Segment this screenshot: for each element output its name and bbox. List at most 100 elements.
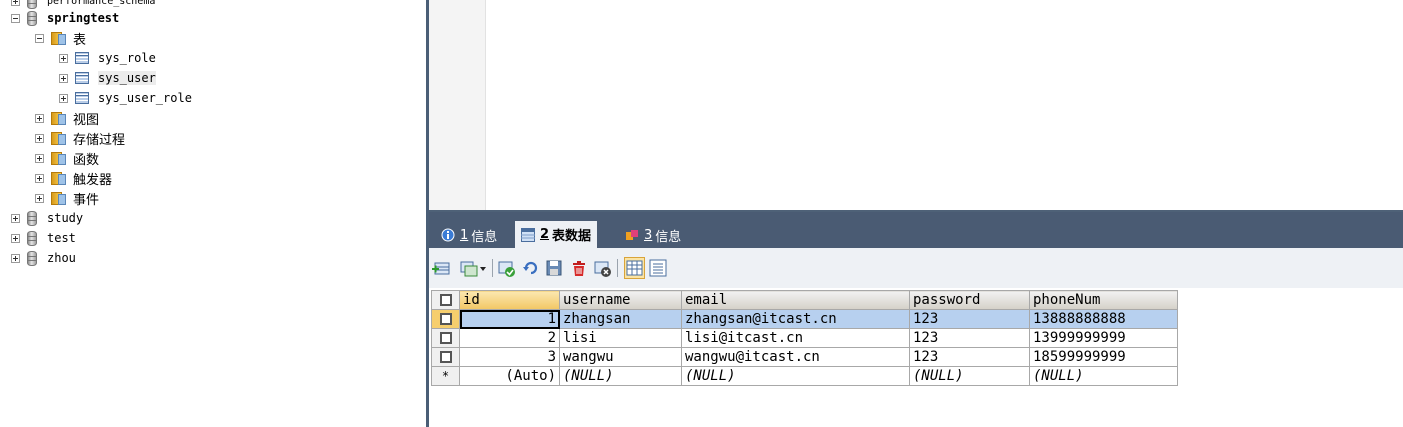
chevron-down-icon[interactable]: [478, 258, 488, 278]
expand-icon[interactable]: [35, 153, 44, 163]
collapse-icon[interactable]: [35, 33, 44, 43]
collapse-icon[interactable]: [11, 13, 20, 23]
tree-node-events-folder[interactable]: 事件: [35, 188, 99, 208]
table-icon: [75, 72, 89, 84]
cell-password[interactable]: 123: [909, 347, 1030, 367]
result-grid: id username email password phoneNum 1 zh…: [429, 288, 1403, 427]
query-editor[interactable]: [429, 0, 1403, 212]
tab-label: 信息: [471, 229, 498, 245]
column-header-phonenum[interactable]: phoneNum: [1029, 290, 1178, 310]
cell-id[interactable]: (Auto): [459, 366, 560, 386]
tree-node-label: 存储过程: [73, 132, 126, 148]
tree-node-label: sys_user_role: [98, 91, 192, 105]
save-icon[interactable]: [545, 258, 563, 278]
cell-phonenum[interactable]: 13888888888: [1029, 309, 1178, 329]
grid-view-icon[interactable]: [624, 257, 645, 279]
expand-icon[interactable]: [11, 253, 20, 263]
cell-email[interactable]: zhangsan@itcast.cn: [681, 309, 910, 329]
folder-icon: [51, 111, 67, 126]
tree-node-label: 触发器: [73, 172, 113, 188]
tab-table-data[interactable]: 2 表数据: [515, 221, 598, 248]
cell-email[interactable]: lisi@itcast.cn: [681, 328, 910, 348]
object-browser-tree: performance_schema springtest 表 sys_role…: [0, 0, 420, 427]
database-icon: [27, 10, 37, 26]
cell-phonenum[interactable]: (NULL): [1029, 366, 1178, 386]
insert-row-icon[interactable]: [432, 258, 450, 278]
expand-icon[interactable]: [59, 53, 68, 63]
expand-icon[interactable]: [59, 73, 68, 83]
checkbox[interactable]: [439, 332, 452, 344]
cell-email[interactable]: (NULL): [681, 366, 910, 386]
table-row[interactable]: 2 lisi lisi@itcast.cn 123 13999999999: [431, 328, 1178, 348]
column-header-username[interactable]: username: [559, 290, 682, 310]
column-header-password[interactable]: password: [909, 290, 1030, 310]
cell-username[interactable]: lisi: [559, 328, 682, 348]
grid-icon: [521, 227, 535, 242]
expand-icon[interactable]: [11, 233, 20, 243]
tree-node-zhou[interactable]: zhou: [11, 248, 76, 268]
form-view-icon[interactable]: [649, 258, 667, 278]
tab-info-3[interactable]: 3 信息: [619, 222, 687, 248]
new-row[interactable]: * (Auto) (NULL) (NULL) (NULL) (NULL): [431, 366, 1178, 386]
tree-node-triggers-folder[interactable]: 触发器: [35, 168, 112, 188]
checkbox[interactable]: [439, 351, 452, 363]
expand-icon[interactable]: [35, 133, 44, 143]
tree-node-springtest[interactable]: springtest: [11, 8, 119, 28]
tree-node-study[interactable]: study: [11, 208, 83, 228]
database-icon: [27, 230, 37, 246]
tree-node-functions-folder[interactable]: 函数: [35, 148, 99, 168]
cell-id[interactable]: 1: [459, 309, 560, 329]
tab-info-1[interactable]: 1 信息: [435, 222, 503, 248]
cell-email[interactable]: wangwu@itcast.cn: [681, 347, 910, 367]
expand-icon[interactable]: [35, 193, 44, 203]
folder-icon: [51, 171, 67, 186]
tree-node-table-sys-user-role[interactable]: sys_user_role: [59, 88, 192, 108]
table-icon: [75, 52, 89, 64]
expand-icon[interactable]: [11, 213, 20, 223]
cell-phonenum[interactable]: 13999999999: [1029, 328, 1178, 348]
expand-icon[interactable]: [35, 173, 44, 183]
cell-username[interactable]: zhangsan: [559, 309, 682, 329]
column-header-id[interactable]: id: [459, 290, 560, 310]
delete-icon[interactable]: [570, 258, 588, 278]
table-row[interactable]: 3 wangwu wangwu@itcast.cn 123 1859999999…: [431, 347, 1178, 367]
database-icon: [27, 250, 37, 266]
cell-id[interactable]: 2: [459, 328, 560, 348]
expand-icon[interactable]: [35, 113, 44, 123]
new-row-star: *: [441, 369, 450, 383]
tree-node-table-sys-user[interactable]: sys_user: [59, 68, 156, 88]
select-all-checkbox-cell[interactable]: [431, 290, 460, 310]
tree-node-test[interactable]: test: [11, 228, 76, 248]
cell-username[interactable]: wangwu: [559, 347, 682, 367]
cell-password[interactable]: 123: [909, 328, 1030, 348]
tree-node-table-sys-role[interactable]: sys_role: [59, 48, 156, 68]
cell-username[interactable]: (NULL): [559, 366, 682, 386]
table-icon: [75, 92, 89, 104]
cell-password[interactable]: (NULL): [909, 366, 1030, 386]
row-checkbox-cell[interactable]: [431, 347, 460, 367]
row-checkbox-cell[interactable]: [431, 328, 460, 348]
column-header-email[interactable]: email: [681, 290, 910, 310]
folder-icon: [51, 131, 67, 146]
save-changes-icon[interactable]: [498, 258, 516, 278]
expand-icon[interactable]: [59, 93, 68, 103]
table-row[interactable]: 1 zhangsan zhangsan@itcast.cn 123 138888…: [431, 309, 1178, 329]
tree-node-label: study: [47, 211, 84, 225]
tree-node-label: 事件: [73, 192, 100, 208]
refresh-icon[interactable]: [522, 258, 540, 278]
checkbox[interactable]: [439, 294, 452, 306]
expand-icon[interactable]: [11, 0, 20, 6]
tree-node-label: springtest: [47, 11, 120, 25]
checkbox[interactable]: [439, 313, 452, 325]
tree-node-tables-folder[interactable]: 表: [35, 28, 86, 48]
cancel-changes-icon[interactable]: [594, 258, 612, 278]
result-tabbar: 1 信息 2 表数据 3 信息: [429, 212, 1403, 248]
tree-node-procedures-folder[interactable]: 存储过程: [35, 128, 125, 148]
row-checkbox-cell[interactable]: [431, 309, 460, 329]
info-icon: [441, 228, 455, 242]
cell-password[interactable]: 123: [909, 309, 1030, 329]
cell-phonenum[interactable]: 18599999999: [1029, 347, 1178, 367]
duplicate-row-icon[interactable]: [460, 258, 478, 278]
tree-node-views-folder[interactable]: 视图: [35, 108, 99, 128]
cell-id[interactable]: 3: [459, 347, 560, 367]
